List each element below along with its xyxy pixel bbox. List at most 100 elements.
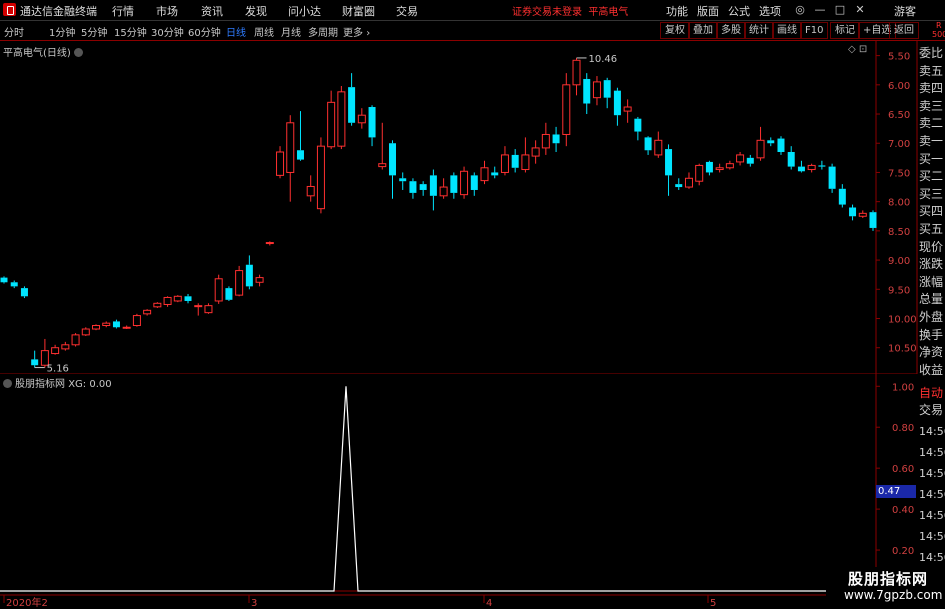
quote-label: 卖二 <box>919 116 944 131</box>
close-icon[interactable]: ✕ <box>852 2 868 17</box>
guest-user[interactable]: 游客 <box>894 3 916 19</box>
tool-biaoji[interactable]: 标记 <box>830 22 860 39</box>
menu-gongneng[interactable]: 功能 <box>666 3 688 19</box>
tool-diejia[interactable]: 叠加 <box>688 22 718 39</box>
menu-faxian[interactable]: 发现 <box>245 3 267 19</box>
price-tick-label: 8.00 <box>888 198 910 209</box>
login-status[interactable]: 证券交易未登录 平高电气 <box>512 3 628 18</box>
maximize-icon[interactable]: □ <box>832 2 848 17</box>
period-60min[interactable]: 60分钟 <box>188 24 221 39</box>
candle <box>235 265 244 297</box>
r-num: 500 <box>932 30 945 39</box>
quote-label: 买一 <box>919 151 944 166</box>
tick-time: 14:56 <box>919 551 945 564</box>
candle <box>92 324 101 331</box>
app-title: 通达信金融终端 <box>20 5 97 18</box>
dropdown-icon[interactable] <box>73 48 83 57</box>
period-15min[interactable]: 15分钟 <box>114 24 147 39</box>
period-5min[interactable]: 5分钟 <box>81 24 107 39</box>
r-tag: R <box>936 21 942 30</box>
period-monthly[interactable]: 月线 <box>281 24 301 39</box>
chart-settings-icon[interactable]: ◇ ⊡ <box>848 44 867 55</box>
watermark: 股朋指标网 www.7gpzb.com <box>826 567 945 609</box>
menu-gongshi[interactable]: 公式 <box>728 3 750 19</box>
price-tick-label: 10.00 <box>888 315 917 326</box>
tool-tongji[interactable]: 统计 <box>744 22 774 39</box>
price-tick-label: 6.50 <box>888 110 910 121</box>
price-tick-label: 10.50 <box>888 344 917 355</box>
period-weekly[interactable]: 周线 <box>254 24 274 39</box>
auto-trade-label[interactable]: 自动 <box>919 386 943 400</box>
quote-label: 换手 <box>919 327 944 342</box>
quote-label: 卖五 <box>919 63 944 78</box>
candle <box>173 295 182 303</box>
price-tick-label: 7.50 <box>888 168 910 179</box>
low-price-label: 5.16 <box>47 364 69 374</box>
period-fenshi[interactable]: 分时 <box>4 24 24 39</box>
tick-time: 14:56 <box>919 530 945 543</box>
menu-zixun[interactable]: 资讯 <box>201 3 223 19</box>
candle <box>71 333 80 347</box>
quote-label: 涨幅 <box>919 274 944 289</box>
quote-label: 买四 <box>919 204 944 219</box>
quote-label: 外盘 <box>919 310 944 324</box>
period-multi[interactable]: 多周期 <box>308 24 338 39</box>
period-30min[interactable]: 30分钟 <box>151 24 184 39</box>
minimize-icon[interactable]: — <box>812 2 828 17</box>
indicator-tick-label: 1.00 <box>892 382 914 393</box>
tool-f10[interactable]: F10 <box>800 22 829 39</box>
menu-hangqing[interactable]: 行情 <box>112 3 134 19</box>
price-tick-label: 9.50 <box>888 285 910 296</box>
tick-time: 14:56 <box>919 509 945 522</box>
candle <box>132 313 141 327</box>
tool-fanhui[interactable]: 返回 <box>889 22 919 39</box>
period-more[interactable]: 更多 › <box>343 24 370 39</box>
period-1min[interactable]: 1分钟 <box>49 24 75 39</box>
quote-label: 收益 <box>919 362 944 377</box>
candle <box>828 163 836 193</box>
price-tick-label: 8.50 <box>888 227 910 238</box>
dropdown-icon[interactable] <box>3 379 12 388</box>
watermark-url: www.7gpzb.com <box>844 588 943 602</box>
price-tick-label: 5.50 <box>888 52 910 63</box>
right-panel-tag: R 500 <box>917 21 945 41</box>
quote-label: 卖三 <box>919 98 944 113</box>
trade-label[interactable]: 交易 <box>919 403 943 417</box>
date-label: 3 <box>251 598 257 609</box>
menu-jiaoyi[interactable]: 交易 <box>396 3 418 19</box>
menu-banmian[interactable]: 版面 <box>697 3 719 19</box>
period-daily[interactable]: 日线 <box>226 24 246 39</box>
menu-caifuquan[interactable]: 财富圈 <box>342 3 375 19</box>
indicator-tick-label: 0.20 <box>892 546 914 557</box>
quote-label: 涨跌 <box>919 257 944 272</box>
indicator-tick-label: 0.80 <box>892 423 914 434</box>
tick-time: 14:56 <box>919 488 945 501</box>
quote-label: 总量 <box>919 292 944 307</box>
price-tick-label: 9.00 <box>888 256 910 267</box>
menu-wenxiaoda[interactable]: 问小达 <box>288 3 321 19</box>
quote-label: 卖一 <box>919 134 944 148</box>
tick-time: 14:56 <box>919 425 945 438</box>
candle <box>460 166 469 199</box>
tool-huaxian[interactable]: 画线 <box>772 22 802 39</box>
menu-shichang[interactable]: 市场 <box>156 3 178 19</box>
candlestick-chart[interactable]: 10.50 10.00 9.50 9.00 8.50 8.00 7.50 7.00 6.50 6.… <box>0 41 945 374</box>
menu-bar: 通达信金融终端 行情 市场 资讯 发现 问小达 财富圈 交易 证券交易未登录 平… <box>0 0 945 21</box>
tool-fuquan[interactable]: 复权 <box>660 22 690 39</box>
quote-label: 净资 <box>919 345 944 360</box>
app-logo-icon <box>3 3 16 16</box>
menu-xuanxiang[interactable]: 选项 <box>759 3 781 19</box>
price-grid <box>0 41 945 374</box>
watermark-title: 股朋指标网 <box>848 570 929 588</box>
main-chart-title: 平高电气(日线) <box>3 44 83 59</box>
candle <box>869 210 877 231</box>
candle <box>153 302 162 308</box>
tool-duogu[interactable]: 多股 <box>716 22 746 39</box>
quote-panel: 委比 卖五 卖四 卖三 卖二 卖一 买一 买二 买三 买四 买五 现价 涨跌 涨幅 总量 外盘 换手 净资 收益 自… <box>917 41 945 609</box>
date-label: 4 <box>486 598 492 609</box>
support-icon[interactable]: ◎ <box>792 2 808 17</box>
quote-label: 买五 <box>919 222 944 236</box>
candle <box>316 137 325 214</box>
indicator-chart[interactable]: 0.20 0.40 0.60 0.80 1.00 2020年2 3 4 5 <box>0 374 945 609</box>
period-toolbar: 分时 1分钟 5分钟 15分钟 30分钟 60分钟 日线 周线 月线 多周期 更… <box>0 21 945 41</box>
